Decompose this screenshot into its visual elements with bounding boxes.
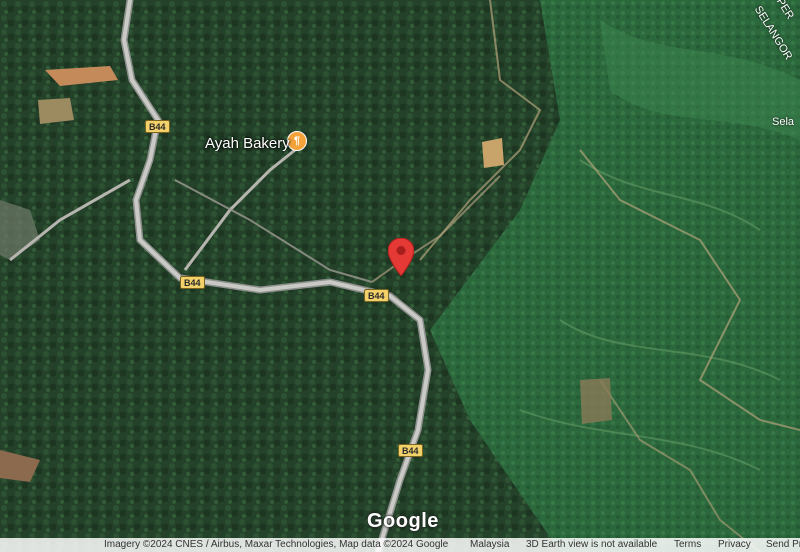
road-shield: B44 <box>145 120 170 133</box>
map-view[interactable]: ¶ Ayah Bakery B44 B44 B44 B44 SELANGOR P… <box>0 0 800 552</box>
google-logo: Google <box>367 510 439 532</box>
privacy-link[interactable]: Privacy <box>718 538 751 552</box>
map-footer: Imagery ©2024 CNES / Airbus, Maxar Techn… <box>0 538 800 552</box>
send-feedback-link[interactable]: Send Product Feedback <box>766 538 800 552</box>
road-shield: B44 <box>180 276 205 289</box>
poi-label-ayah-bakery[interactable]: Ayah Bakery <box>205 135 290 152</box>
road-shield: B44 <box>364 289 389 302</box>
restaurant-icon[interactable]: ¶ <box>287 131 307 151</box>
road-shield: B44 <box>398 444 423 457</box>
place-label-partial: Sela <box>772 116 795 128</box>
earth-view-notice: 3D Earth view is not available <box>526 539 658 550</box>
terms-link[interactable]: Terms <box>674 538 701 552</box>
attribution-text: Imagery ©2024 CNES / Airbus, Maxar Techn… <box>104 539 449 550</box>
region-link[interactable]: Malaysia <box>470 538 509 552</box>
location-pin-icon[interactable] <box>387 237 415 281</box>
